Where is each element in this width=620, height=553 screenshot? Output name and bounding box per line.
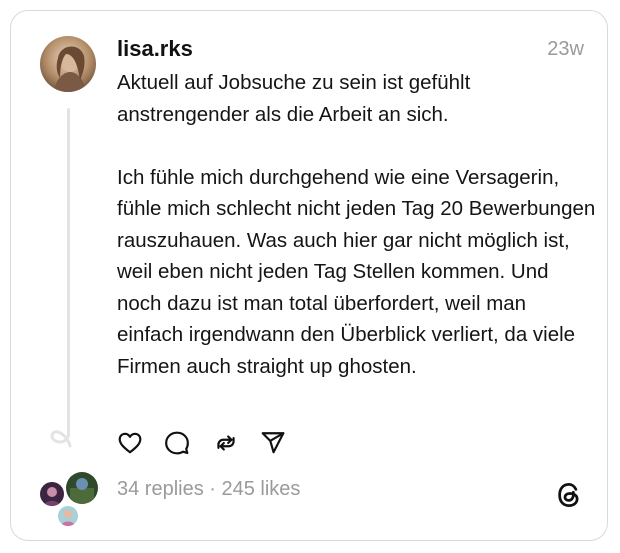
thread-line xyxy=(67,108,70,430)
post-stats[interactable]: 34 replies · 245 likes xyxy=(117,478,300,501)
threads-logo-icon xyxy=(554,480,584,510)
reply-avatar xyxy=(64,470,100,506)
post-text: Aktuell auf Jobsuche zu sein ist gefühlt… xyxy=(117,71,596,378)
reply-avatar xyxy=(56,504,80,528)
username[interactable]: lisa.rks xyxy=(117,36,193,62)
comment-icon[interactable] xyxy=(164,430,190,456)
heart-icon[interactable] xyxy=(117,430,143,456)
send-icon[interactable] xyxy=(260,430,286,456)
reply-avatar xyxy=(38,480,66,508)
reply-avatars[interactable] xyxy=(38,470,102,528)
repost-icon[interactable] xyxy=(213,430,239,456)
thread-loop-icon xyxy=(50,424,72,448)
post-time: 23w xyxy=(547,38,584,60)
avatar-photo xyxy=(40,36,96,92)
avatar[interactable] xyxy=(40,36,96,92)
